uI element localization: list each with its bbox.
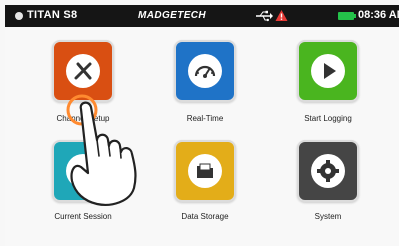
usb-icon: [256, 10, 273, 22]
folder-icon: [188, 154, 222, 188]
system-label: System: [314, 212, 342, 221]
start-logging-button[interactable]: [297, 40, 359, 102]
system-button[interactable]: [297, 140, 359, 202]
current-session-label: Current Session: [54, 212, 112, 221]
play-icon: [311, 54, 345, 88]
brand-logo: MADGETECH: [138, 10, 207, 21]
main-menu: Channel Setup Real-Time Start Logging Cu…: [5, 27, 399, 246]
device-name: TITAN S8: [27, 9, 78, 21]
real-time-button[interactable]: [174, 40, 236, 102]
alert-icon: [275, 10, 288, 21]
status-bar: TITAN S8 MADGETECH 08:36 AM: [5, 5, 399, 27]
start-logging-label: Start Logging: [304, 114, 352, 123]
speedometer-icon: [188, 54, 222, 88]
clock: 08:36 AM: [358, 9, 399, 21]
real-time-label: Real-Time: [186, 114, 224, 123]
data-storage-button[interactable]: [174, 140, 236, 202]
channel-setup-button[interactable]: [52, 40, 114, 102]
device-screen: TITAN S8 MADGETECH 08:36 AM Channel Setu…: [0, 0, 399, 246]
data-storage-label: Data Storage: [181, 212, 229, 221]
channel-setup-icon: [66, 54, 100, 88]
pointing-hand-icon: [66, 94, 137, 206]
gear-icon: [311, 154, 345, 188]
status-dot-icon: [15, 12, 23, 20]
battery-icon: [338, 12, 356, 20]
